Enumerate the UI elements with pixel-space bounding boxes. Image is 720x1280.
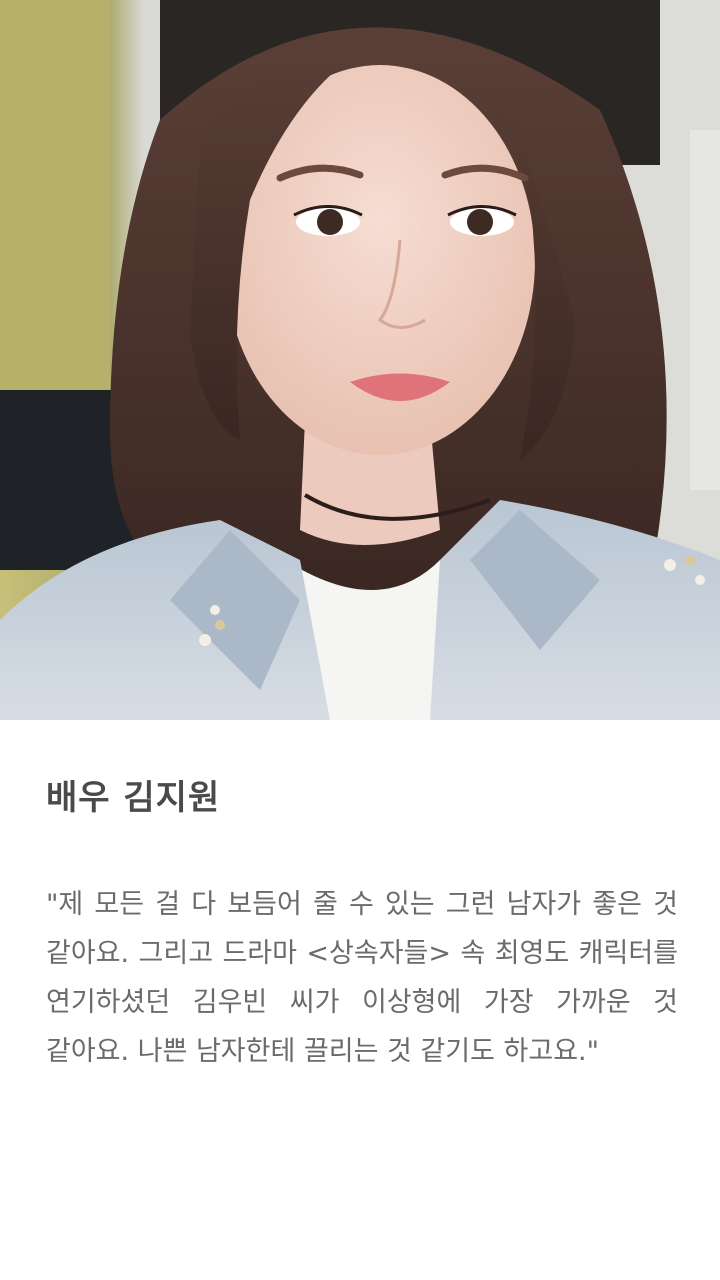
portrait-photo xyxy=(0,0,720,720)
caption-card: 배우 김지원 "제 모든 걸 다 보듬어 줄 수 있는 그런 남자가 좋은 것 … xyxy=(0,720,720,1280)
quote-text: "제 모든 걸 다 보듬어 줄 수 있는 그런 남자가 좋은 것 같아요. 그리… xyxy=(46,889,678,1067)
person-title: 배우 김지원 xyxy=(46,778,221,818)
